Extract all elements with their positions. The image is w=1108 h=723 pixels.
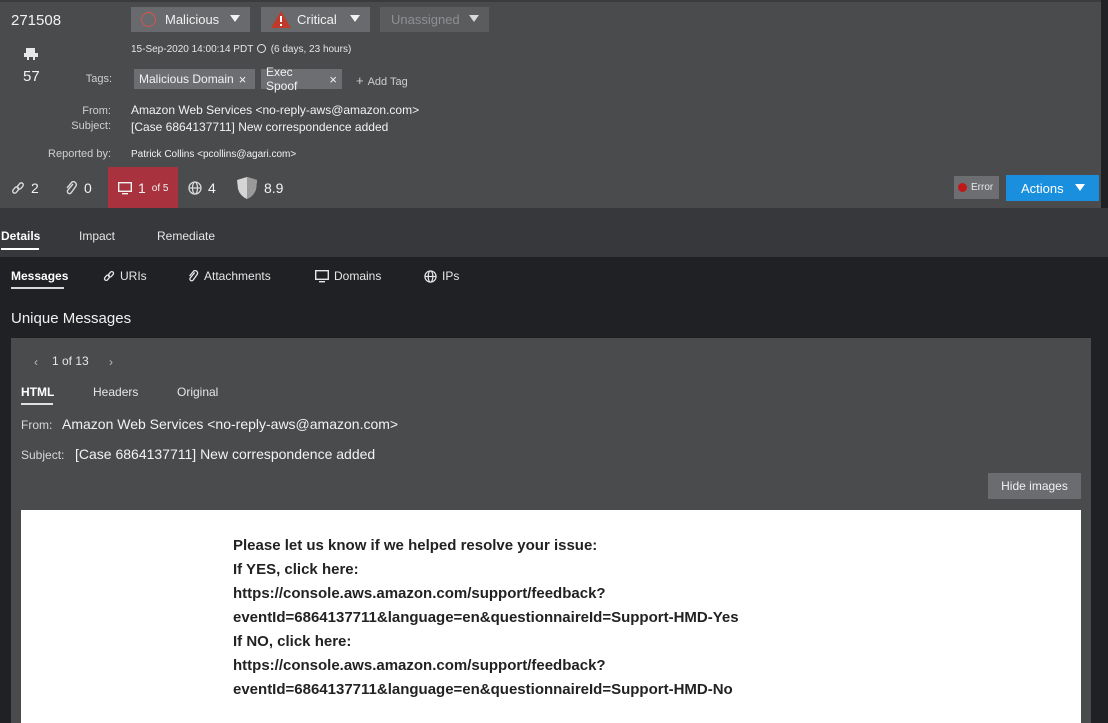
actions-button[interactable]: Actions [1006,175,1099,201]
subtab-domains[interactable]: Domains [315,269,381,283]
subject-value: [Case 6864137711] New correspondence add… [131,120,389,134]
globe-icon [424,269,437,283]
tag-label: Exec Spoof [266,65,298,93]
score-value: 8.9 [264,180,284,196]
paperclip-icon [187,270,199,282]
message-count: 57 [23,68,40,85]
tab-remediate[interactable]: Remediate [157,229,215,243]
remove-tag-icon[interactable]: × [239,72,247,87]
devices-stat[interactable]: 1 of 5 [118,180,168,196]
subtab-ips[interactable]: IPs [424,269,459,283]
hide-images-button[interactable]: Hide images [988,473,1081,499]
message-from-label: From: [21,418,53,432]
section-title: Unique Messages [11,310,132,327]
email-body-line: Please let us know if we helped resolve … [233,537,598,554]
chevron-right-icon[interactable]: › [109,355,113,369]
monitor-icon [118,181,132,195]
link-icon [103,270,115,282]
message-subject-label: Subject: [21,448,65,462]
case-id: 271508 [11,12,62,29]
active-subtab-underline [11,287,64,289]
active-tab-underline [1,248,39,250]
warning-triangle-icon [271,11,291,28]
assignee-value: Unassigned [391,12,460,27]
chevron-down-icon [469,15,479,22]
tag-label: Malicious Domain [139,72,234,86]
severity-value: Critical [297,12,337,27]
email-body-line: https://console.aws.amazon.com/support/f… [233,585,606,602]
link-icon [11,181,25,195]
subtab-uris[interactable]: URIs [103,269,147,283]
add-tag-label: Add Tag [367,76,408,88]
tag-exec-spoof[interactable]: Exec Spoof × [261,65,342,93]
email-body-line: eventId=6864137711&language=en&questionn… [233,609,739,626]
timestamp-value: 15-Sep-2020 14:00:14 PDT [131,44,254,55]
devices-of: of 5 [151,182,169,194]
active-message-tab-underline [21,403,53,405]
tag-malicious-domain[interactable]: Malicious Domain × [134,69,255,89]
subtab-label: URIs [120,269,147,283]
ips-stat[interactable]: 4 [188,180,216,196]
email-body-line: https://console.aws.amazon.com/support/f… [233,657,606,674]
shield-icon [236,176,258,200]
chevron-down-icon [230,15,240,22]
email-body-line: eventId=6864137711&language=en&questionn… [233,681,733,698]
malicious-circle-icon [141,12,156,27]
subtab-label: Domains [334,269,382,283]
reported-by-value: Patrick Collins <pcollins@agari.com> [131,149,297,160]
devices-count: 1 [138,180,146,196]
message-tab-html[interactable]: HTML [21,385,54,399]
score-stat: 8.9 [236,176,283,200]
actions-label: Actions [1021,180,1064,196]
error-badge: Error [954,176,999,199]
timestamp: 15-Sep-2020 14:00:14 PDT (6 days, 23 hou… [131,44,351,55]
globe-icon [188,181,202,195]
error-label: Error [971,182,994,193]
reported-by-label: Reported by: [48,148,111,160]
pager-text: 1 of 13 [52,354,89,368]
attachments-count: 0 [84,180,92,196]
error-dot-icon [958,183,967,192]
subtab-attachments[interactable]: Attachments [187,269,271,283]
age-value: (6 days, 23 hours) [270,44,352,55]
severity-dropdown[interactable]: Critical [261,7,370,32]
paperclip-icon [64,181,78,195]
links-stat[interactable]: 2 [11,180,39,196]
message-tab-headers[interactable]: Headers [93,385,138,399]
chevron-down-icon [350,15,360,22]
subject-label: Subject: [71,120,111,132]
subtab-label: IPs [442,269,460,283]
message-tab-original[interactable]: Original [177,385,218,399]
links-count: 2 [31,180,39,196]
from-value: Amazon Web Services <no-reply-aws@amazon… [131,103,420,117]
message-subject-value: [Case 6864137711] New correspondence add… [75,446,376,462]
chevron-down-icon [1075,184,1085,191]
from-label: From: [82,105,111,117]
ips-count: 4 [208,180,216,196]
plus-icon: + [356,73,364,88]
subtab-label: Attachments [204,269,271,283]
tab-impact[interactable]: Impact [79,229,115,243]
assignee-dropdown[interactable]: Unassigned [380,7,489,32]
messages-icon [24,47,38,61]
subtab-messages[interactable]: Messages [11,269,68,283]
tab-details[interactable]: Details [1,229,40,243]
verdict-dropdown[interactable]: Malicious [131,7,250,32]
clock-icon [256,44,266,53]
email-body-line: If NO, click here: [233,633,352,650]
message-from-value: Amazon Web Services <no-reply-aws@amazon… [62,416,399,432]
email-body-line: If YES, click here: [233,561,359,578]
monitor-icon [315,269,329,283]
add-tag-button[interactable]: + Add Tag [356,73,408,88]
chevron-left-icon[interactable]: ‹ [34,355,38,369]
attachments-stat[interactable]: 0 [64,180,92,196]
remove-tag-icon[interactable]: × [329,72,337,87]
tags-label: Tags: [85,73,112,85]
verdict-value: Malicious [165,12,220,27]
